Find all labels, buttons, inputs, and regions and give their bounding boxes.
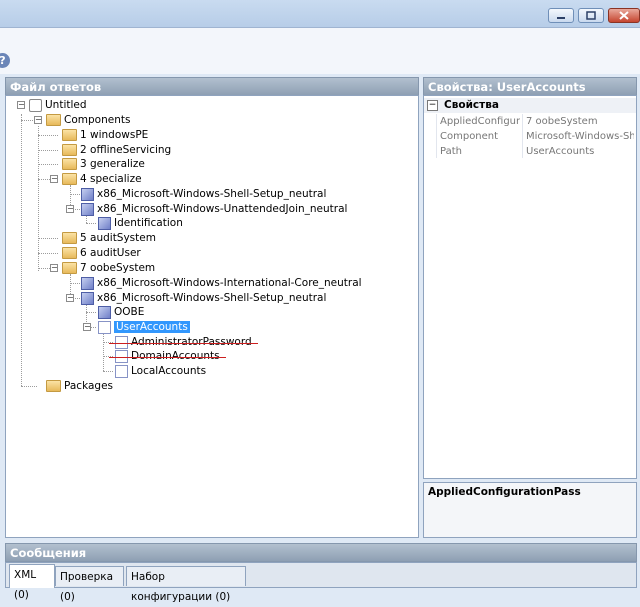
property-name[interactable]: AppliedConfiguratic (440, 114, 520, 129)
tree-node-label: OOBE (114, 306, 145, 318)
tree-node-useraccounts[interactable]: UserAccounts (98, 320, 190, 334)
tree-node-oobe[interactable]: OOBE (98, 305, 144, 319)
tree-node-domainaccounts[interactable]: DomainAccounts (115, 349, 220, 363)
tree-node-label: 2 offlineServicing (80, 144, 172, 156)
folder-icon (62, 144, 77, 156)
component-icon (98, 320, 111, 334)
tree-node-shell-setup-2[interactable]: x86_Microsoft-Windows-Shell-Setup_neutra… (81, 291, 326, 305)
tree-node-label: 7 oobeSystem (80, 262, 156, 274)
title-bar (0, 0, 640, 28)
tree-node-label: LocalAccounts (131, 365, 207, 377)
tab-label: XML (0) (14, 569, 37, 601)
expander-unattendedjoin[interactable]: − (66, 205, 74, 213)
tab-validation[interactable]: Проверка (0) (55, 566, 124, 603)
tree-node-administratorpassword[interactable]: AdministratorPassword (115, 335, 252, 349)
property-description: AppliedConfigurationPass (428, 486, 581, 498)
folder-icon (62, 158, 77, 170)
messages-pane-header: Сообщения (5, 543, 637, 562)
tree-node-generalize[interactable]: 3 generalize (62, 157, 145, 171)
property-value[interactable]: Microsoft-Windows-Shell- (526, 129, 634, 144)
tree-node-label: AdministratorPassword (131, 336, 252, 348)
messages-pane-title: Сообщения (10, 546, 87, 560)
property-description-panel: AppliedConfigurationPass (423, 482, 637, 538)
properties-section-header[interactable]: − Свойства (424, 98, 636, 113)
expander-oobesystem[interactable]: − (50, 264, 58, 272)
tree-node-components[interactable]: Components (46, 113, 130, 127)
tree-node-label: 3 generalize (80, 158, 145, 170)
folder-icon (62, 173, 77, 185)
expander-useraccounts[interactable]: − (83, 323, 91, 331)
tree-node-label: x86_Microsoft-Windows-Shell-Setup_neutra… (97, 292, 327, 304)
component-icon (81, 276, 94, 290)
tree-node-label: Untitled (45, 99, 87, 111)
component-icon (115, 349, 128, 363)
answer-file-pane-header: Файл ответов (5, 77, 419, 96)
tree-node-label: x86_Microsoft-Windows-International-Core… (97, 277, 362, 289)
tree-node-label: DomainAccounts (131, 350, 220, 362)
tree-node-packages[interactable]: Packages (46, 379, 113, 393)
tree-node-label: Identification (114, 217, 183, 229)
component-icon (115, 364, 128, 378)
tree-node-label: Components (64, 114, 131, 126)
component-icon (98, 216, 111, 230)
component-icon (81, 291, 94, 305)
tree-node-identification[interactable]: Identification (98, 216, 183, 230)
tab-configuration-set[interactable]: Набор конфигурации (0) (126, 566, 246, 603)
component-icon (98, 305, 111, 319)
folder-icon (62, 247, 77, 259)
tab-xml[interactable]: XML (0) (9, 564, 55, 601)
expander-specialize[interactable]: − (50, 175, 58, 183)
expander-root[interactable]: − (17, 101, 25, 109)
property-value[interactable]: UserAccounts (526, 144, 594, 159)
tree-node-localaccounts[interactable]: LocalAccounts (115, 364, 206, 378)
folder-icon (62, 232, 77, 244)
tab-label: Набор конфигурации (0) (131, 571, 231, 603)
tree-node-label: 1 windowsPE (80, 129, 149, 141)
folder-icon (46, 380, 61, 392)
minimize-icon (557, 17, 565, 19)
tree-node-international-core[interactable]: x86_Microsoft-Windows-International-Core… (81, 276, 362, 290)
folder-icon (62, 262, 77, 274)
folder-icon (46, 114, 61, 126)
close-button[interactable] (608, 8, 640, 23)
tree-node-label: x86_Microsoft-Windows-Shell-Setup_neutra… (97, 188, 327, 200)
answer-file-pane-title: Файл ответов (10, 80, 102, 94)
component-icon (115, 335, 128, 349)
tree-node-offlineservicing[interactable]: 2 offlineServicing (62, 143, 171, 157)
component-icon (81, 202, 94, 216)
tree-node-shell-setup[interactable]: x86_Microsoft-Windows-Shell-Setup_neutra… (81, 187, 326, 201)
property-name[interactable]: Path (440, 144, 462, 159)
tree-node-audituser[interactable]: 6 auditUser (62, 246, 141, 260)
tree-node-label: 5 auditSystem (80, 232, 156, 244)
maximize-button[interactable] (578, 8, 604, 23)
folder-icon (62, 129, 77, 141)
property-name[interactable]: Component (440, 129, 498, 144)
collapse-icon[interactable]: − (427, 100, 438, 111)
tree-node-root[interactable]: Untitled (29, 98, 87, 112)
section-label: Свойства (444, 99, 499, 111)
close-icon (619, 11, 629, 20)
tree-node-label: 4 specialize (80, 173, 142, 185)
tree-node-auditsystem[interactable]: 5 auditSystem (62, 231, 156, 245)
expander-components[interactable]: − (34, 116, 42, 124)
tree-node-unattendedjoin[interactable]: x86_Microsoft-Windows-UnattendedJoin_neu… (81, 202, 347, 216)
property-value[interactable]: 7 oobeSystem (526, 114, 598, 129)
minimize-button[interactable] (548, 8, 574, 23)
tree-node-windowspe[interactable]: 1 windowsPE (62, 128, 148, 142)
properties-pane-header: Свойства: UserAccounts (423, 77, 637, 96)
selected-node-label: UserAccounts (114, 321, 190, 333)
tree-node-label: x86_Microsoft-Windows-UnattendedJoin_neu… (97, 203, 348, 215)
restore-icon (586, 11, 596, 20)
tree-node-specialize[interactable]: 4 specialize (62, 172, 142, 186)
tree-node-oobesystem[interactable]: 7 oobeSystem (62, 261, 155, 275)
tree-node-label: 6 auditUser (80, 247, 141, 259)
properties-pane-title: Свойства: UserAccounts (428, 80, 586, 94)
component-icon (81, 187, 94, 201)
expander-shell-setup-2[interactable]: − (66, 294, 74, 302)
answer-file-icon (29, 98, 42, 112)
tree-node-label: Packages (64, 380, 113, 392)
menu-bar (0, 28, 640, 74)
